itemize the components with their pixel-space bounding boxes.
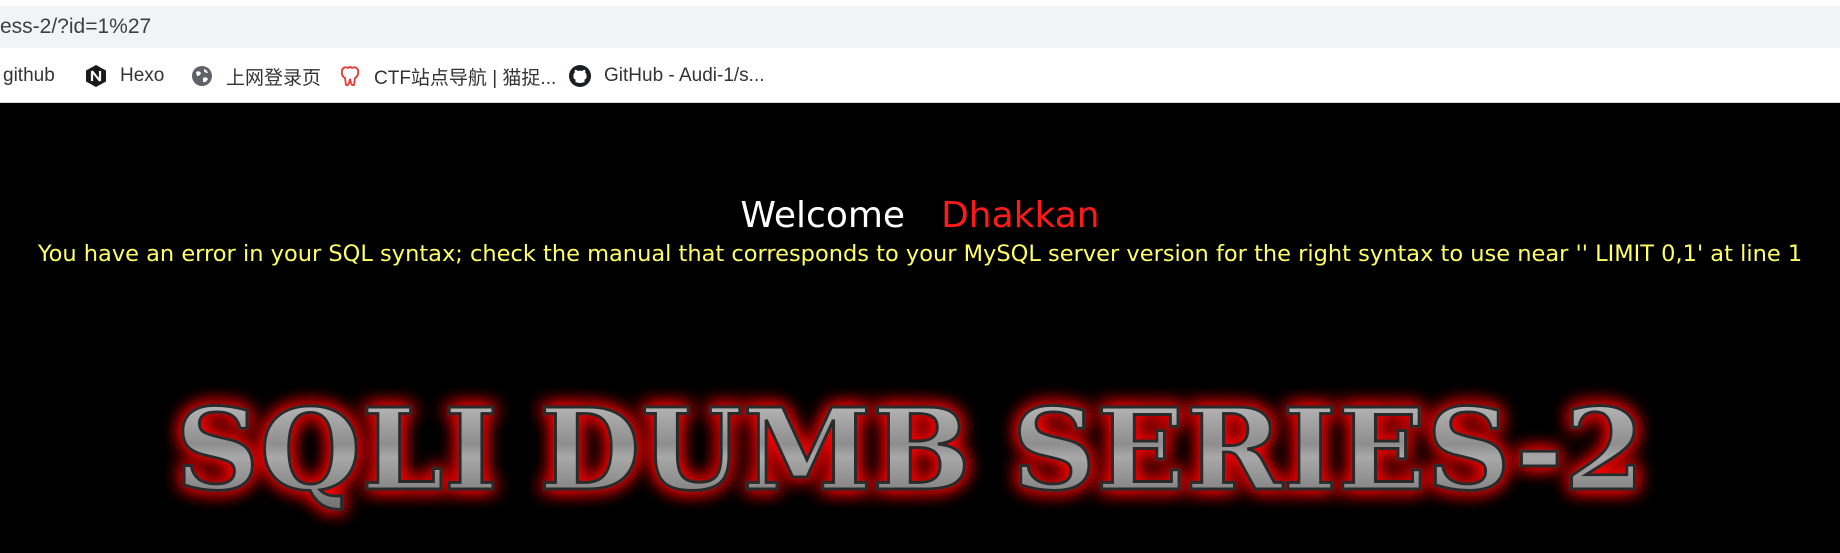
welcome-line: Welcome Dhakkan (0, 195, 1840, 236)
page-content: Welcome Dhakkan You have an error in your… (0, 103, 1840, 553)
bookmark-label: CTF站点导航 | 猫捉... (374, 67, 557, 89)
username-text: Dhakkan (941, 195, 1100, 236)
bookmark-label: github (3, 65, 55, 86)
sql-error-message: You have an error in your SQL syntax; ch… (37, 241, 1803, 267)
ctf-site-icon (338, 64, 362, 88)
bookmark-login-page[interactable]: 上网登录页 (190, 50, 321, 102)
github-icon (568, 64, 592, 88)
url-text[interactable]: ess-2/?id=1%27 (0, 15, 151, 39)
banner-title: SQLI DUMB SERIES-2 (175, 385, 1645, 516)
browser-address-bar: ess-2/?id=1%27 (0, 0, 1840, 50)
bookmarks-bar: github Hexo 上网登录页 CTF站点导航 | 猫捉... GitHub… (0, 50, 1840, 103)
bookmark-label: GitHub - Audi-1/s... (604, 65, 765, 86)
url-field[interactable]: ess-2/?id=1%27 (0, 6, 1840, 48)
banner-title-image: SQLI DUMB SERIES-2 (174, 384, 1647, 518)
hexo-icon (84, 64, 108, 88)
bookmark-github-audi[interactable]: GitHub - Audi-1/s... (568, 50, 765, 102)
globe-icon (190, 64, 214, 88)
bookmark-hexo[interactable]: Hexo (84, 50, 164, 102)
bookmark-label: 上网登录页 (226, 67, 322, 89)
bookmark-github[interactable]: github (3, 50, 55, 102)
welcome-text: Welcome (740, 195, 906, 236)
bookmark-label: Hexo (120, 65, 165, 86)
bookmark-ctf-nav[interactable]: CTF站点导航 | 猫捉... (338, 50, 556, 102)
